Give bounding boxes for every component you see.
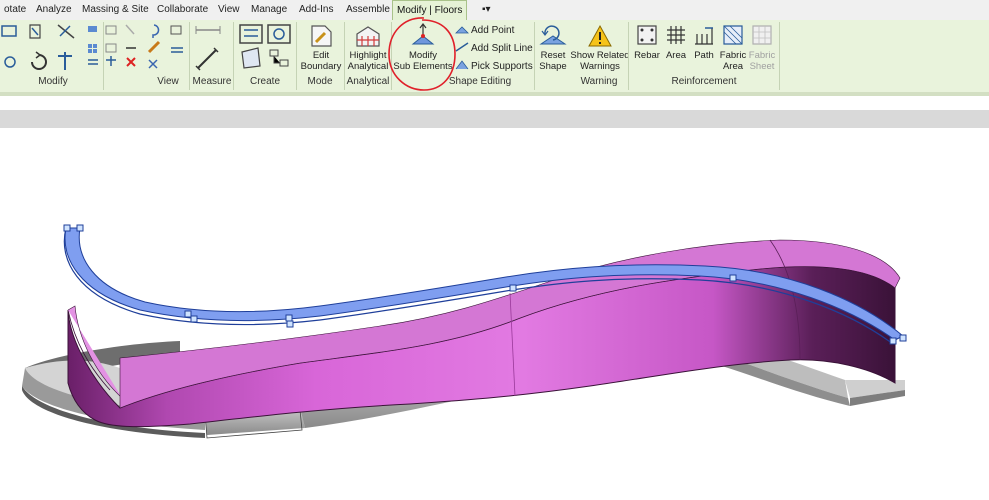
edit-boundary-button[interactable]: Edit Boundary — [298, 50, 344, 72]
fabric-sheet-label-1: Fabric — [748, 50, 776, 61]
group-label-reinforcement: Reinforcement — [671, 76, 737, 87]
warning-icon — [588, 24, 612, 47]
modify-tools-icons[interactable] — [0, 22, 80, 76]
tab-rotate[interactable]: otate — [0, 0, 30, 20]
view-header-bar — [0, 110, 989, 128]
curved-wall[interactable] — [67, 239, 901, 428]
group-label-create: Create — [249, 76, 280, 87]
group-separator — [779, 22, 780, 90]
tab-collaborate[interactable]: Collaborate — [153, 0, 212, 20]
show-related-warnings-label-1: Show Related — [570, 50, 630, 61]
path-reinforcement-icon — [695, 27, 713, 45]
view-tools-icons[interactable] — [145, 22, 190, 76]
tab-analyze[interactable]: Analyze — [32, 0, 76, 20]
pick-supports-button[interactable]: Pick Supports — [471, 61, 533, 73]
edit-boundary-label-1: Edit — [312, 50, 330, 61]
area-reinforcement-icon — [667, 26, 685, 44]
area-button[interactable]: Area — [660, 50, 692, 61]
group-separator — [534, 22, 535, 90]
group-label-measure: Measure — [192, 76, 232, 87]
add-point-button[interactable]: Add Point — [471, 25, 514, 37]
fabric-sheet-label-2: Sheet — [749, 61, 775, 72]
measure-icon[interactable] — [194, 22, 234, 76]
group-label-mode: Mode — [307, 76, 333, 87]
group-label-modify: Modify — [38, 76, 68, 87]
tab-massing-site[interactable]: Massing & Site — [78, 0, 153, 20]
group-label-view: View — [157, 76, 179, 87]
group-separator — [628, 22, 629, 90]
annotation-circle — [388, 17, 456, 91]
ribbon-tab-bar: otate Analyze Massing & Site Collaborate… — [0, 0, 989, 21]
fabric-sheet-button[interactable]: Fabric Sheet — [745, 50, 779, 72]
show-related-warnings-button[interactable]: Show Related Warnings — [570, 50, 630, 72]
model-viewport[interactable] — [0, 128, 989, 500]
group-label-warning: Warning — [580, 76, 618, 87]
ribbon-bottom-bar — [0, 92, 989, 96]
path-button[interactable]: Path — [689, 50, 719, 61]
highlight-analytical-icon — [356, 26, 380, 47]
edit-boundary-label-2: Boundary — [300, 61, 342, 72]
group-separator — [103, 22, 104, 90]
add-split-line-button[interactable]: Add Split Line — [471, 43, 533, 55]
rebar-icon — [637, 25, 657, 45]
edit-boundary-icon — [311, 25, 332, 47]
tab-manage[interactable]: Manage — [247, 0, 291, 20]
tab-context-dropdown[interactable]: ▪▾ — [478, 0, 495, 20]
fabric-sheet-icon — [752, 25, 772, 45]
rebar-button[interactable]: Rebar — [630, 50, 664, 61]
show-related-warnings-label-2: Warnings — [580, 61, 620, 72]
reset-shape-icon — [539, 25, 567, 45]
tab-view[interactable]: View — [214, 0, 244, 20]
modify-small-tools-icon[interactable] — [86, 22, 146, 76]
fabric-area-icon — [723, 25, 743, 45]
create-tools-icons[interactable] — [236, 22, 294, 76]
group-separator — [296, 22, 297, 90]
tab-add-ins[interactable]: Add-Ins — [295, 0, 337, 20]
